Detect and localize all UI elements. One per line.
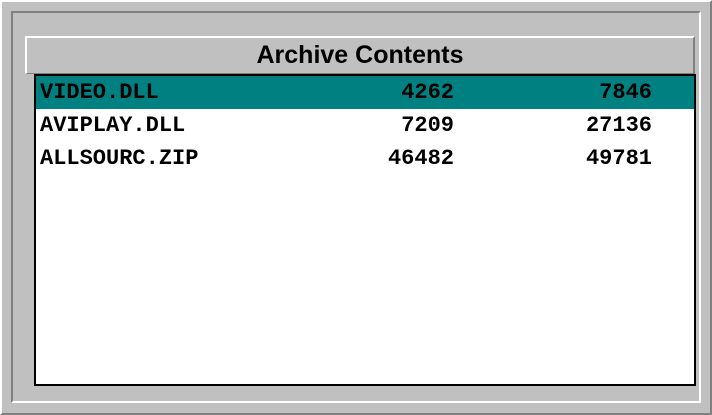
compressed-size: 7209 [401, 113, 454, 138]
list-item[interactable]: ALLSOURC.ZIP 46482 49781 [36, 142, 694, 175]
archive-contents-window: Archive Contents VIDEO.DLL 4262 7846 AVI… [0, 0, 712, 415]
file-name: VIDEO.DLL [40, 80, 159, 105]
list-item[interactable]: VIDEO.DLL 4262 7846 [36, 76, 694, 109]
list-title: Archive Contents [25, 36, 695, 74]
original-size: 7846 [599, 80, 652, 105]
file-name: AVIPLAY.DLL [40, 113, 186, 138]
compressed-size: 46482 [387, 146, 454, 171]
file-list[interactable]: VIDEO.DLL 4262 7846 AVIPLAY.DLL 7209 271… [34, 74, 696, 386]
file-name: ALLSOURC.ZIP [40, 146, 199, 171]
compressed-size: 4262 [401, 80, 454, 105]
original-size: 49781 [585, 146, 652, 171]
original-size: 27136 [585, 113, 652, 138]
list-item[interactable]: AVIPLAY.DLL 7209 27136 [36, 109, 694, 142]
